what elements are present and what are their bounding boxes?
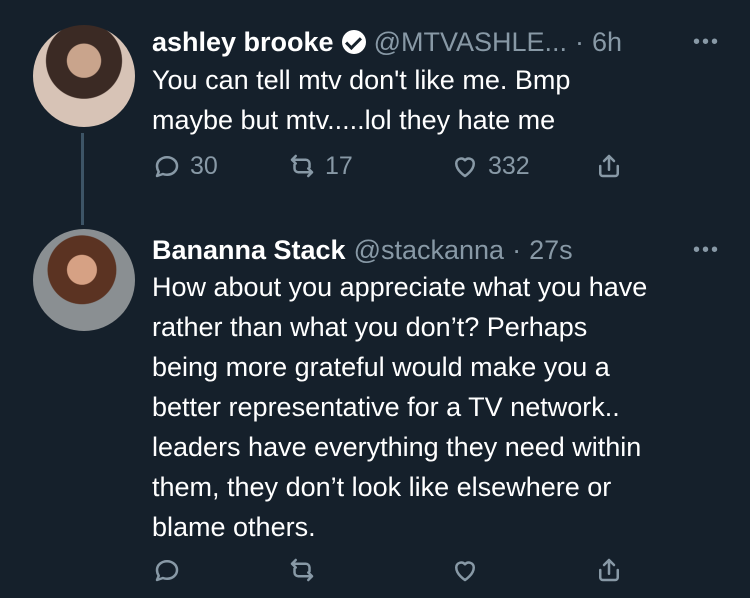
more-icon[interactable]: ••• <box>693 24 720 60</box>
like-button[interactable] <box>450 555 488 585</box>
timestamp[interactable]: 6h <box>592 24 622 60</box>
reply-icon <box>155 560 179 582</box>
user-handle[interactable]: @stackanna <box>354 232 505 268</box>
share-button[interactable] <box>594 555 624 585</box>
tweet-1[interactable]: ashley brooke @MTVASHLE... · 6h ••• You … <box>0 0 750 225</box>
more-icon[interactable]: ••• <box>693 232 720 268</box>
like-count: 332 <box>488 151 530 180</box>
display-name[interactable]: Bananna Stack <box>152 232 346 268</box>
tweet-header: ashley brooke @MTVASHLE... · 6h ••• <box>152 24 720 60</box>
reply-button[interactable] <box>152 555 190 585</box>
reply-count: 30 <box>190 151 218 180</box>
avatar[interactable] <box>33 229 135 331</box>
retweet-button[interactable]: 17 <box>287 151 353 181</box>
tweet-actions <box>152 549 712 591</box>
timestamp[interactable]: 27s <box>529 232 573 268</box>
retweet-icon <box>290 154 314 178</box>
reply-icon <box>155 156 179 178</box>
retweet-count: 17 <box>325 151 353 180</box>
tweet-header: Bananna Stack @stackanna · 27s ••• <box>152 232 720 268</box>
tweet-2[interactable]: Bananna Stack @stackanna · 27s ••• How a… <box>0 215 750 598</box>
user-handle[interactable]: @MTVASHLE... <box>374 24 567 60</box>
separator-dot: · <box>512 235 522 265</box>
tweet-text: How about you appreciate what you have r… <box>152 272 648 542</box>
tweet-text: You can tell mtv don't like me. Bmp mayb… <box>152 65 571 135</box>
thread-connector-line <box>81 133 84 225</box>
reply-button[interactable]: 30 <box>152 151 218 181</box>
retweet-icon <box>290 558 314 582</box>
share-button[interactable] <box>594 151 624 181</box>
avatar[interactable] <box>33 25 135 127</box>
separator-dot: · <box>575 27 585 57</box>
tweet-actions: 30 17 332 <box>152 145 712 187</box>
like-button[interactable]: 332 <box>450 151 530 181</box>
share-icon <box>599 558 619 582</box>
retweet-button[interactable] <box>287 555 325 585</box>
verified-badge-icon <box>341 30 366 54</box>
heart-icon <box>455 157 475 178</box>
share-icon <box>599 154 619 178</box>
display-name[interactable]: ashley brooke <box>152 24 334 60</box>
heart-icon <box>455 561 475 582</box>
